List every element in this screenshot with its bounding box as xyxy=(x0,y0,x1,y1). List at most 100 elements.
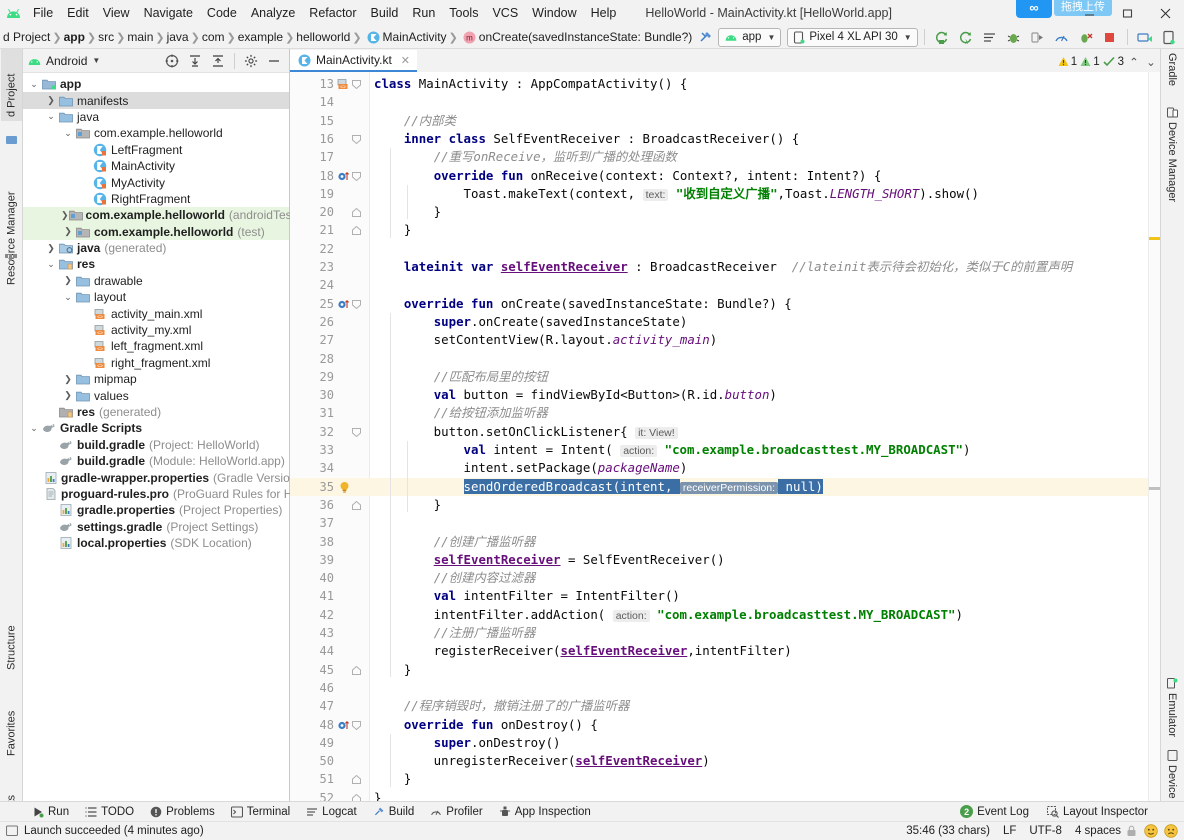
code-line[interactable]: val button = findViewById<Button>(R.id.b… xyxy=(374,386,777,404)
tree-node[interactable]: ⌄com.example.helloworld xyxy=(23,125,289,141)
typo-count[interactable]: 3 xyxy=(1103,56,1124,68)
breadcrumb-item-main[interactable]: main xyxy=(127,30,153,44)
apply-changes-icon[interactable] xyxy=(931,27,953,48)
chevron-down-icon[interactable]: ⌄ xyxy=(61,128,75,139)
tree-node[interactable]: ❯drawable xyxy=(23,273,289,289)
tree-node[interactable]: ❯values xyxy=(23,387,289,403)
code-line[interactable]: override fun onCreate(savedInstanceState… xyxy=(374,295,792,313)
project-strip-icon[interactable] xyxy=(1,127,22,150)
run-with-coverage-icon[interactable] xyxy=(1027,27,1049,48)
tree-node[interactable]: ⌄Gradle Scripts xyxy=(23,420,289,436)
chevron-down-icon[interactable]: ▼ xyxy=(92,56,100,65)
breadcrumb-item-oncreate[interactable]: onCreate(savedInstanceState: Bundle?) xyxy=(479,30,692,44)
code-editor[interactable]: 13class MainActivity : AppCompatActivity… xyxy=(290,72,1160,821)
intention-bulb-icon[interactable] xyxy=(338,481,351,494)
maximize-button[interactable] xyxy=(1108,0,1146,26)
bottom-item-layout-inspector[interactable]: Layout Inspector xyxy=(1039,804,1156,820)
sidebar-item-favorites[interactable]: Favorites xyxy=(1,680,22,760)
breadcrumb-item-project[interactable]: d Project xyxy=(3,30,50,44)
menu-help[interactable]: Help xyxy=(584,3,624,23)
status-message[interactable]: Launch succeeded (4 minutes ago) xyxy=(24,825,204,837)
tree-node[interactable]: gradle.properties(Project Properties) xyxy=(23,502,289,518)
code-line[interactable]: class MainActivity : AppCompatActivity()… xyxy=(374,75,687,93)
code-line[interactable]: //注册广播监听器 xyxy=(374,624,535,642)
next-highlight-icon[interactable]: ⌄ xyxy=(1144,51,1158,72)
tree-node[interactable]: settings.gradle(Project Settings) xyxy=(23,519,289,535)
device-selector[interactable]: Pixel 4 XL API 30 ▼ xyxy=(787,28,917,47)
fold-collapse-icon[interactable] xyxy=(352,172,361,181)
bottom-item-todo[interactable]: TODO xyxy=(77,804,142,820)
code-line[interactable]: override fun onReceive(context: Context?… xyxy=(374,167,881,185)
tree-node[interactable]: <>activity_my.xml xyxy=(23,322,289,338)
chevron-down-icon[interactable]: ⌄ xyxy=(44,259,58,270)
menu-build[interactable]: Build xyxy=(364,3,406,23)
breadcrumb-item-example[interactable]: example xyxy=(238,30,283,44)
lock-icon[interactable] xyxy=(1126,825,1137,837)
sidebar-item-device-manager[interactable]: Device Manager xyxy=(1161,103,1183,215)
code-line[interactable]: //创建广播监听器 xyxy=(374,533,535,551)
select-opened-file-icon[interactable] xyxy=(161,50,183,71)
fold-marker-gutter[interactable] xyxy=(348,72,370,821)
breadcrumb-item-java[interactable]: java xyxy=(167,30,189,44)
menu-analyze[interactable]: Analyze xyxy=(244,3,302,23)
bottom-item-build[interactable]: Build xyxy=(365,804,423,820)
debug-bug-icon[interactable] xyxy=(1003,27,1025,48)
logcat-lines-icon[interactable] xyxy=(979,27,1001,48)
run-configuration-selector[interactable]: app ▼ xyxy=(718,28,781,47)
previous-highlight-icon[interactable]: ⌃ xyxy=(1127,51,1141,72)
tree-node[interactable]: <>left_fragment.xml xyxy=(23,338,289,354)
ime-status-icon-2[interactable] xyxy=(1164,824,1178,838)
breadcrumb-item-com[interactable]: com xyxy=(202,30,225,44)
tree-node[interactable]: ❯java(generated) xyxy=(23,240,289,256)
code-line[interactable]: //重写onReceive，监听到广播的处理函数 xyxy=(374,148,677,166)
code-line[interactable]: selfEventReceiver = SelfEventReceiver() xyxy=(374,551,725,569)
sdk-manager-icon[interactable] xyxy=(1134,27,1156,48)
stop-icon[interactable] xyxy=(1099,27,1121,48)
code-line[interactable]: Toast.makeText(context, text: "收到自定义广播",… xyxy=(374,185,979,203)
tree-node[interactable]: ❯manifests xyxy=(23,92,289,108)
fold-expand-icon[interactable] xyxy=(352,775,361,784)
code-line[interactable]: button.setOnClickListener{ it: View! xyxy=(374,423,678,441)
menu-run[interactable]: Run xyxy=(405,3,442,23)
tree-node[interactable]: ❯mipmap xyxy=(23,371,289,387)
chevron-right-icon[interactable]: ❯ xyxy=(61,226,75,237)
tree-node[interactable]: proguard-rules.pro(ProGuard Rules for He… xyxy=(23,486,289,502)
build-hammer-icon[interactable] xyxy=(694,27,716,48)
breadcrumb-item-helloworld[interactable]: helloworld xyxy=(296,30,350,44)
warning-count[interactable]: 1 xyxy=(1058,56,1077,68)
menu-window[interactable]: Window xyxy=(525,3,583,23)
code-line[interactable]: registerReceiver(selfEventReceiver,inten… xyxy=(374,642,792,660)
code-line[interactable]: intent.setPackage(packageName) xyxy=(374,459,687,477)
tree-node[interactable]: ⌄java xyxy=(23,109,289,125)
chevron-down-icon[interactable]: ⌄ xyxy=(61,292,75,303)
chevron-right-icon[interactable]: ❯ xyxy=(44,95,58,106)
code-line[interactable]: override fun onDestroy() { xyxy=(374,716,598,734)
fold-collapse-icon[interactable] xyxy=(352,135,361,144)
tree-node[interactable]: ⌄layout xyxy=(23,289,289,305)
tree-node[interactable]: build.gradle(Project: HelloWorld) xyxy=(23,437,289,453)
chevron-down-icon[interactable]: ⌄ xyxy=(44,111,58,122)
menu-edit[interactable]: Edit xyxy=(60,3,96,23)
tree-node[interactable]: ⌄res xyxy=(23,256,289,272)
weak-warning-count[interactable]: 1 xyxy=(1080,56,1099,68)
bottom-item-problems[interactable]: Problems xyxy=(142,804,223,820)
minimize-button[interactable] xyxy=(1070,0,1108,26)
chevron-right-icon[interactable]: ❯ xyxy=(61,210,69,221)
chevron-right-icon[interactable]: ❯ xyxy=(44,243,58,254)
sidebar-item-resource-manager[interactable]: Resource Manager xyxy=(1,159,22,289)
tree-node[interactable]: ❯com.example.helloworld(test) xyxy=(23,224,289,240)
menu-file[interactable]: File xyxy=(26,3,60,23)
inspection-widget[interactable]: 1 1 3 ⌃ ⌄ xyxy=(1058,51,1158,72)
run-gutter-icon[interactable] xyxy=(338,720,351,731)
sidebar-item-structure[interactable]: Structure xyxy=(1,594,22,674)
chevron-right-icon[interactable]: ❯ xyxy=(61,275,75,286)
code-line[interactable]: super.onDestroy() xyxy=(374,734,561,752)
fold-collapse-icon[interactable] xyxy=(352,428,361,437)
code-line[interactable]: //程序销毁时，撤销注册了的广播监听器 xyxy=(374,697,629,715)
code-line[interactable]: sendOrderedBroadcast(intent, receiverPer… xyxy=(374,478,823,496)
avd-manager-icon[interactable] xyxy=(1158,27,1180,48)
sidebar-item-gradle[interactable]: Gradle xyxy=(1161,49,1183,97)
bottom-item-run[interactable]: Run xyxy=(24,804,77,820)
caret-position[interactable]: 35:46 (33 chars) xyxy=(906,825,990,837)
class-gutter-icon[interactable]: <> xyxy=(336,77,350,91)
